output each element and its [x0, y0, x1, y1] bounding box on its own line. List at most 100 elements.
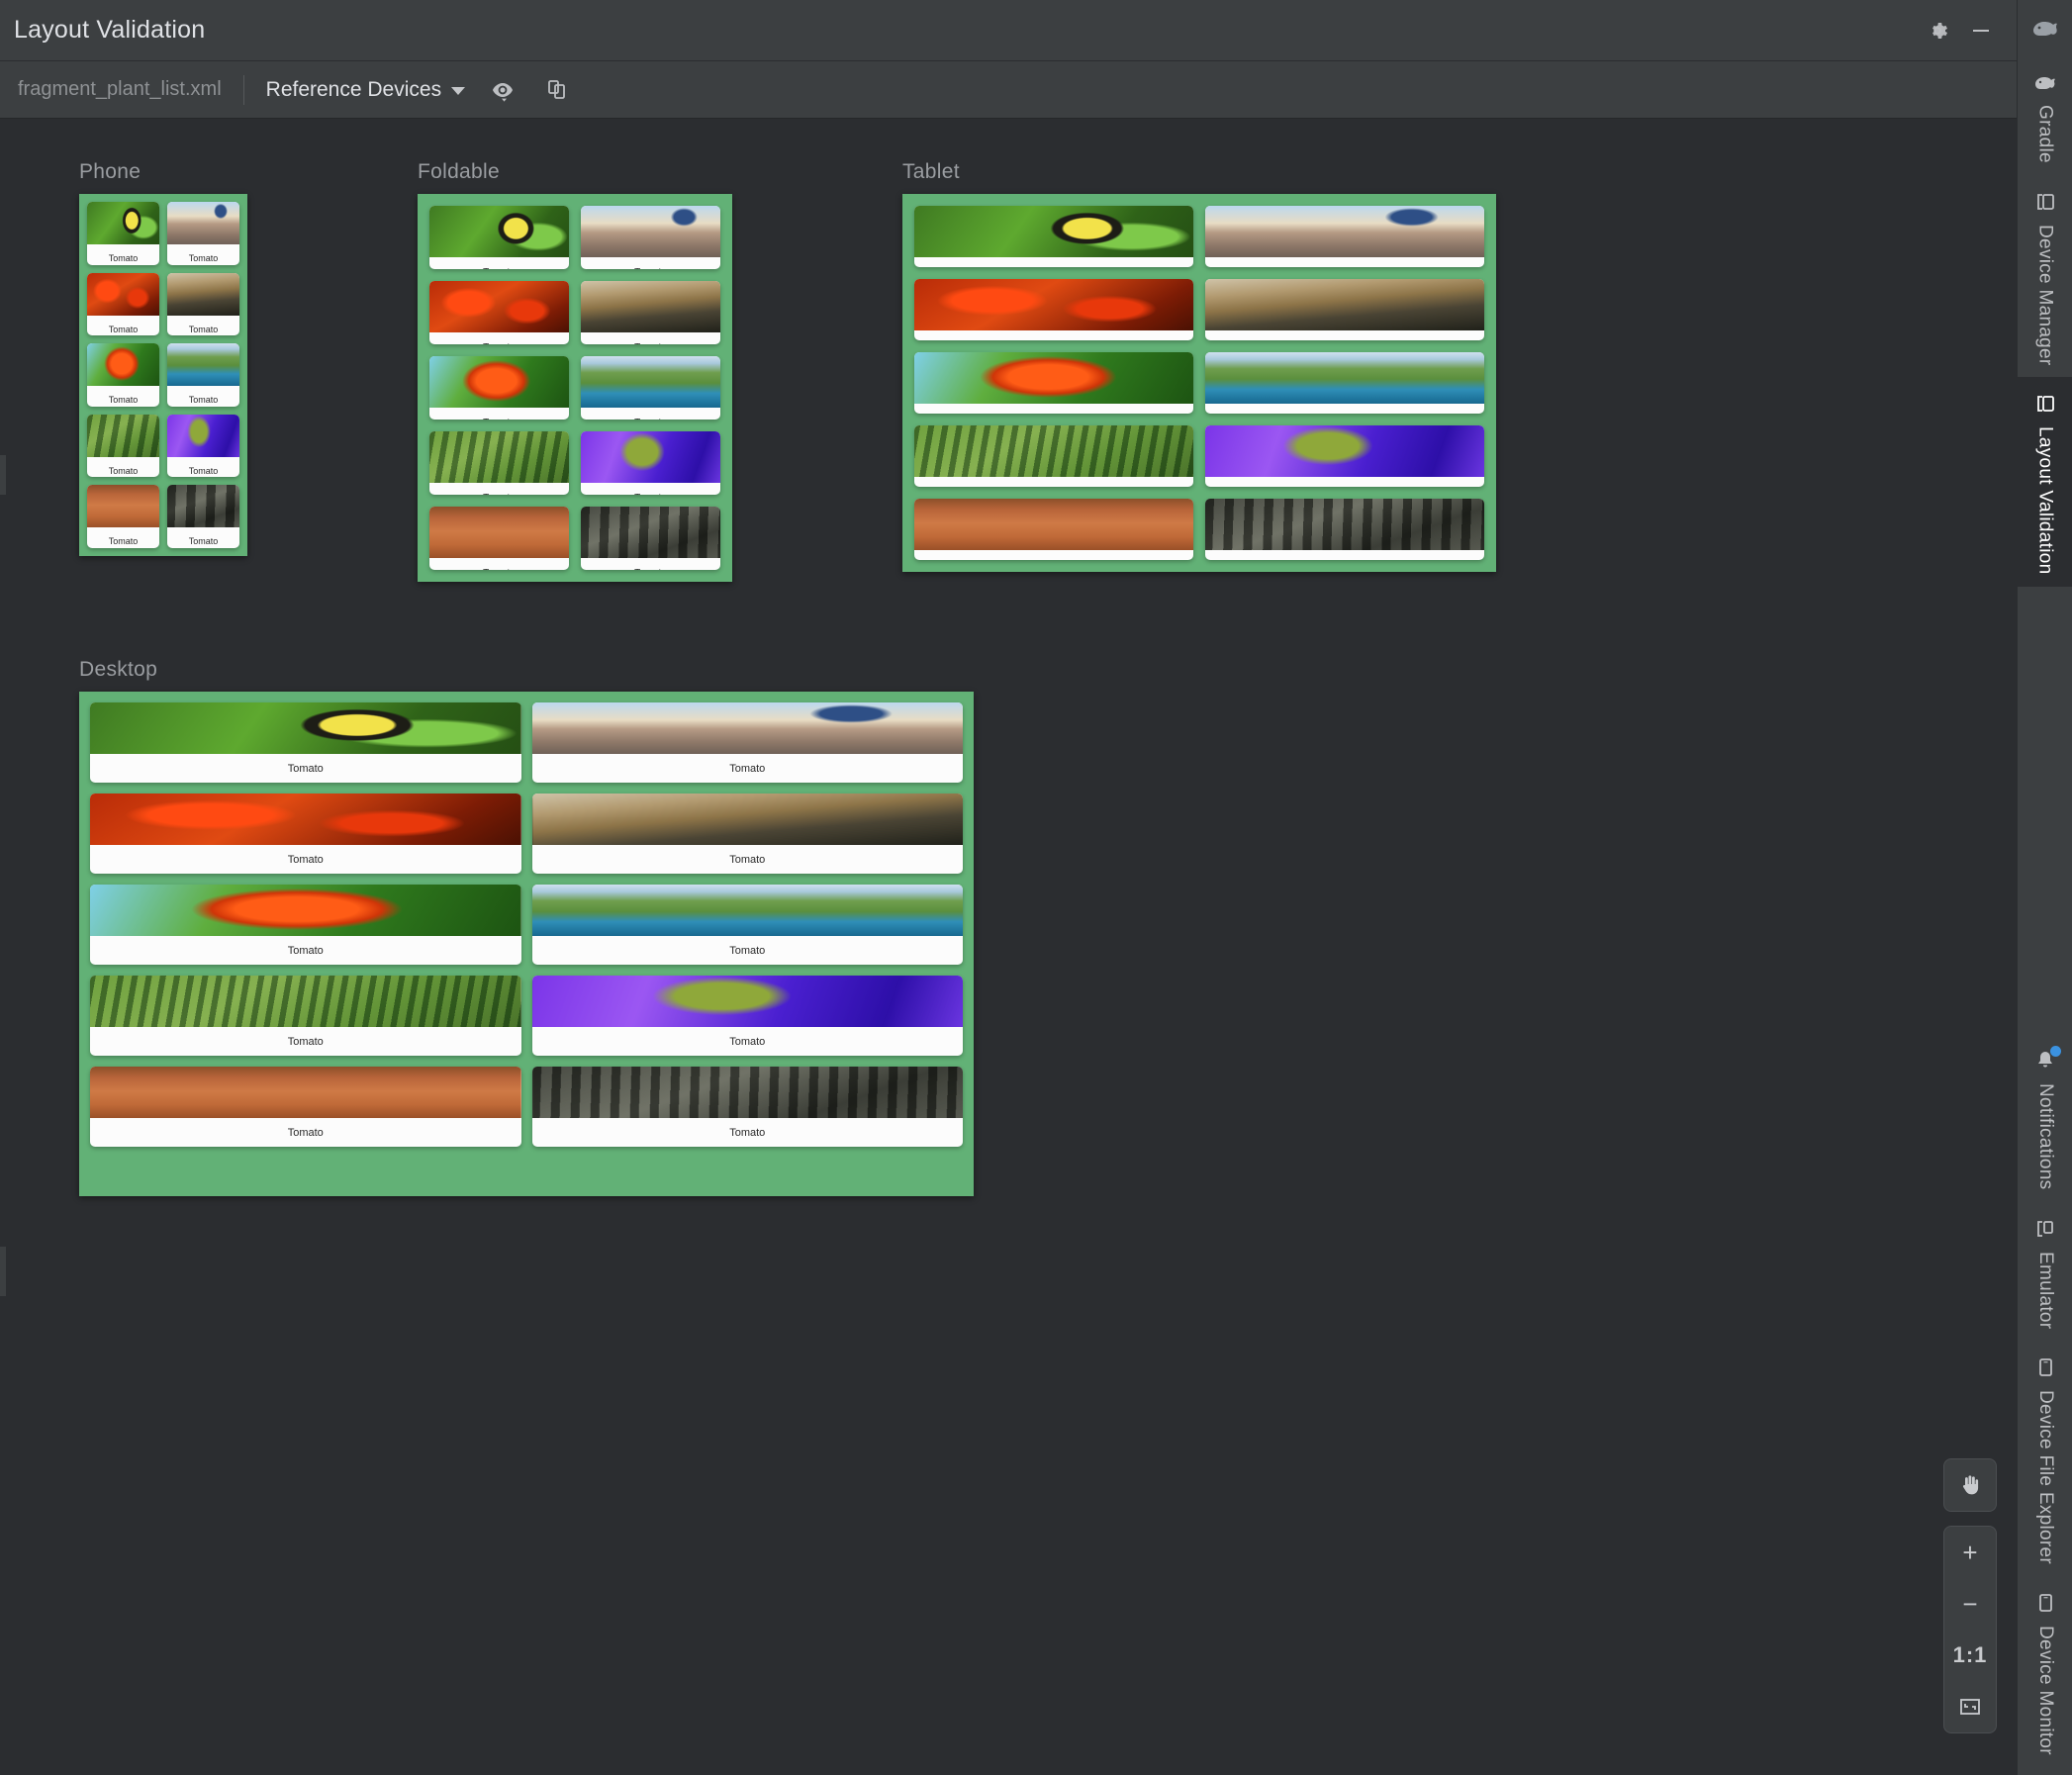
layout-validation-canvas[interactable]: Phone Tomato Tomato Tomato Tomato Tomato… — [0, 119, 2017, 1775]
plant-card[interactable]: Tomato — [531, 794, 963, 874]
plant-card[interactable]: Tomato — [429, 356, 569, 420]
settings-gear-button[interactable] — [1916, 9, 1959, 52]
plant-thumbnail — [429, 431, 569, 483]
plant-card[interactable]: Tomato — [90, 702, 521, 783]
reference-devices-label: Reference Devices — [265, 77, 442, 101]
emulator-icon — [2032, 1216, 2058, 1242]
plant-card[interactable]: Tomato — [167, 343, 239, 407]
emulator-glyph — [2037, 1220, 2053, 1237]
device-preview-desktop[interactable]: Tomato Tomato Tomato Tomato Tomato Tomat… — [79, 692, 974, 1196]
plant-card[interactable]: Tomato — [1205, 352, 1484, 414]
chevron-down-icon — [451, 87, 466, 95]
zoom-in-button[interactable]: + — [1944, 1527, 1996, 1578]
zoom-to-fit-button[interactable] — [1944, 1681, 1996, 1732]
plant-card[interactable]: Tomato — [531, 1067, 963, 1147]
plant-card[interactable]: Tomato — [581, 431, 720, 495]
zoom-out-button[interactable]: − — [1944, 1578, 1996, 1630]
sidebar-item-label: Device Monitor — [2035, 1626, 2056, 1755]
plant-name: Tomato — [188, 536, 219, 547]
plant-card[interactable]: Tomato — [167, 202, 239, 265]
bell-icon — [2032, 1046, 2061, 1074]
plant-card[interactable]: Tomato — [167, 272, 239, 336]
plant-card[interactable]: Tomato — [90, 1067, 521, 1147]
plant-card[interactable]: Tomato — [914, 352, 1193, 414]
gradle-elephant-glyph — [2034, 77, 2055, 89]
sidebar-item-device-file-explorer[interactable]: Device File Explorer — [2018, 1341, 2072, 1576]
plant-card[interactable]: Tomato — [914, 279, 1193, 340]
rail-top-group: Gradle Device Manager Layout Validation — [2017, 0, 2072, 587]
sidebar-item-label: Device File Explorer — [2035, 1390, 2056, 1565]
plant-card[interactable]: Tomato — [1205, 206, 1484, 267]
plant-card[interactable]: Tomato — [429, 431, 569, 495]
sidebar-item-emulator[interactable]: Emulator — [2018, 1202, 2072, 1341]
plant-card[interactable]: Tomato — [1205, 499, 1484, 560]
plant-card[interactable]: Tomato — [87, 343, 159, 407]
plant-card[interactable]: Tomato — [90, 976, 521, 1056]
sidebar-item-gradle[interactable]: Gradle — [2018, 55, 2072, 175]
pan-tool-button[interactable] — [1944, 1459, 1996, 1511]
plant-card[interactable]: Tomato — [90, 885, 521, 965]
plant-name: Tomato — [108, 253, 139, 263]
plant-card[interactable]: Tomato — [167, 485, 239, 548]
plant-thumbnail — [1205, 279, 1484, 330]
plant-name: Tomato — [729, 1126, 766, 1139]
plant-thumbnail — [531, 702, 963, 754]
plant-thumbnail — [87, 272, 159, 316]
device-preview-tablet[interactable]: Tomato Tomato Tomato Tomato Tomato Tomat… — [902, 194, 1496, 572]
sidebar-item-label: Gradle — [2034, 105, 2056, 163]
plant-card[interactable]: Tomato — [581, 356, 720, 420]
device-preview-phone[interactable]: Tomato Tomato Tomato Tomato Tomato Tomat… — [79, 194, 247, 556]
plant-card[interactable]: Tomato — [90, 794, 521, 874]
android-studio-logo — [2018, 0, 2072, 55]
plant-thumbnail — [167, 414, 239, 457]
toolbar-divider — [242, 74, 244, 105]
plant-card[interactable]: Tomato — [87, 414, 159, 478]
minimize-button[interactable] — [1959, 9, 2003, 52]
plant-name: Tomato — [429, 257, 569, 270]
plant-card[interactable]: Tomato — [531, 885, 963, 965]
plant-card[interactable]: Tomato — [1205, 425, 1484, 487]
notification-badge — [2050, 1046, 2061, 1058]
plant-card[interactable]: Tomato — [581, 507, 720, 570]
plant-thumbnail — [429, 356, 569, 408]
plant-card[interactable]: Tomato — [914, 499, 1193, 560]
sidebar-item-label: Notifications — [2035, 1083, 2056, 1190]
plant-card[interactable]: Tomato — [914, 206, 1193, 267]
plant-thumbnail — [90, 702, 521, 754]
plant-thumbnail — [531, 885, 963, 936]
sidebar-item-layout-validation[interactable]: Layout Validation — [2017, 377, 2072, 587]
visibility-toggle-button[interactable] — [485, 72, 520, 108]
plant-card[interactable]: Tomato — [531, 976, 963, 1056]
plant-card[interactable]: Tomato — [429, 507, 569, 570]
plant-card[interactable]: Tomato — [87, 485, 159, 548]
plant-card[interactable]: Tomato — [914, 425, 1193, 487]
plant-card[interactable]: Tomato — [581, 206, 720, 269]
plant-card[interactable]: Tomato — [531, 702, 963, 783]
zoom-to-fit-icon — [1960, 1699, 1980, 1715]
minimize-icon — [1973, 29, 1989, 32]
plant-name: Tomato — [581, 558, 720, 571]
sidebar-item-notifications[interactable]: Notifications — [2018, 1034, 2072, 1201]
copies-button[interactable] — [540, 72, 576, 108]
plant-thumbnail — [914, 206, 1193, 257]
plant-card[interactable]: Tomato — [167, 414, 239, 478]
plant-card[interactable]: Tomato — [429, 281, 569, 344]
actual-size-button[interactable]: 1:1 — [1944, 1630, 1996, 1681]
plant-name: Tomato — [188, 324, 219, 334]
plant-card[interactable]: Tomato — [581, 281, 720, 344]
reference-devices-dropdown[interactable]: Reference Devices — [265, 77, 466, 102]
device-preview-foldable[interactable]: Tomato Tomato Tomato Tomato Tomato Tomat… — [418, 194, 732, 582]
plant-name: Tomato — [914, 477, 1193, 488]
plant-thumbnail — [1205, 352, 1484, 404]
rail-bottom-group: Notifications Emulator Device File Explo… — [2018, 1034, 2072, 1767]
plant-thumbnail — [429, 507, 569, 558]
sidebar-item-device-monitor[interactable]: Device Monitor — [2018, 1576, 2072, 1767]
plant-card[interactable]: Tomato — [429, 206, 569, 269]
sidebar-item-device-manager[interactable]: Device Manager — [2018, 175, 2072, 378]
plant-card[interactable]: Tomato — [87, 202, 159, 265]
plant-name: Tomato — [188, 465, 219, 476]
plant-card[interactable]: Tomato — [87, 272, 159, 336]
plant-card[interactable]: Tomato — [1205, 279, 1484, 340]
plant-thumbnail — [1205, 425, 1484, 477]
plant-name: Tomato — [108, 536, 139, 547]
